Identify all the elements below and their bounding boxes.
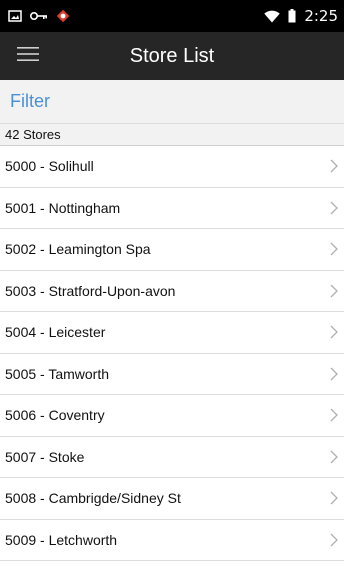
chevron-right-icon xyxy=(330,201,338,215)
screenshot-icon xyxy=(8,10,22,22)
status-time: 2:25 xyxy=(304,7,338,25)
store-list-screen: 2:25 Store List Filter 42 Stores 5000 - … xyxy=(0,0,344,579)
filter-button[interactable]: Filter xyxy=(10,91,50,112)
chevron-right-icon xyxy=(330,284,338,298)
chevron-right-icon xyxy=(330,325,338,339)
list-item-label: 5006 - Coventry xyxy=(5,407,105,424)
list-item[interactable]: 5000 - Solihull xyxy=(0,146,344,188)
wifi-icon xyxy=(264,10,281,23)
store-count-label: 42 Stores xyxy=(5,127,61,142)
chevron-right-icon xyxy=(330,533,338,547)
list-item-label: 5008 - Cambrigde/Sidney St xyxy=(5,490,181,507)
battery-icon xyxy=(288,9,296,23)
list-item[interactable]: 5005 - Tamworth xyxy=(0,353,344,395)
status-bar: 2:25 xyxy=(0,0,344,32)
status-bar-right: 2:25 xyxy=(264,7,338,25)
list-item-label: 5007 - Stoke xyxy=(5,448,85,465)
list-item[interactable]: 5006 - Coventry xyxy=(0,395,344,437)
app-notification-icon xyxy=(56,9,70,23)
app-bar: Store List xyxy=(0,32,344,80)
list-item-label: 5005 - Tamworth xyxy=(5,365,110,382)
list-item-label: 5009 - Letchworth xyxy=(5,531,118,548)
filter-bar: Filter xyxy=(0,80,344,124)
list-item-label: 5002 - Leamington Spa xyxy=(5,241,151,258)
hamburger-menu-icon xyxy=(17,46,39,67)
chevron-right-icon xyxy=(330,491,338,505)
menu-button[interactable] xyxy=(0,32,56,80)
status-bar-left xyxy=(8,9,70,23)
chevron-right-icon xyxy=(330,367,338,381)
chevron-right-icon xyxy=(330,408,338,422)
list-item-label: 5004 - Leicester xyxy=(5,324,106,341)
store-list: 5000 - Solihull 5001 - Nottingham 5002 -… xyxy=(0,146,344,561)
chevron-right-icon xyxy=(330,242,338,256)
list-item-label: 5001 - Nottingham xyxy=(5,199,121,216)
key-icon xyxy=(30,11,48,21)
chevron-right-icon xyxy=(330,450,338,464)
chevron-right-icon xyxy=(330,159,338,173)
store-count-header: 42 Stores xyxy=(0,124,344,146)
list-item[interactable]: 5001 - Nottingham xyxy=(0,187,344,229)
list-item[interactable]: 5002 - Leamington Spa xyxy=(0,229,344,271)
list-item-label: 5000 - Solihull xyxy=(5,158,94,175)
list-item[interactable]: 5008 - Cambrigde/Sidney St xyxy=(0,478,344,520)
list-item-label: 5003 - Stratford-Upon-avon xyxy=(5,282,176,299)
list-item[interactable]: 5004 - Leicester xyxy=(0,312,344,354)
list-item[interactable]: 5009 - Letchworth xyxy=(0,519,344,561)
list-item[interactable]: 5007 - Stoke xyxy=(0,436,344,478)
list-item[interactable]: 5003 - Stratford-Upon-avon xyxy=(0,270,344,312)
